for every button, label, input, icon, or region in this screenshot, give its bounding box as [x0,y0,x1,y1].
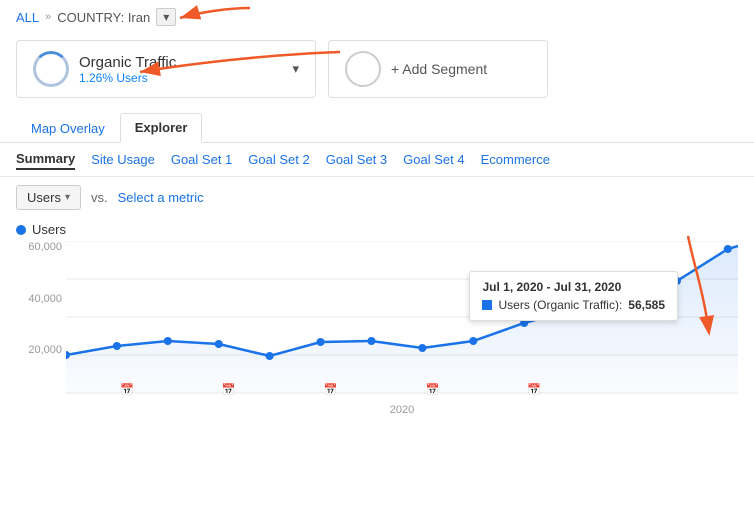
segment-info: Organic Traffic 1.26% Users [79,54,176,85]
view-tabs: Map Overlay Explorer [0,104,754,143]
country-dropdown[interactable]: ▾ [156,8,176,26]
country-label: COUNTRY: Iran [57,10,150,25]
add-segment-card[interactable]: + Add Segment [328,40,548,98]
x-anno-icon: 📅 [426,382,440,396]
metric-chevron-icon: ▾ [65,192,70,203]
segments-row: Organic Traffic 1.26% Users ▾ + Add Segm… [0,34,754,104]
breadcrumb-bar: ALL » COUNTRY: Iran ▾ [0,0,754,34]
chart-dot [418,344,426,352]
add-segment-circle [345,51,381,87]
subtab-ecommerce[interactable]: Ecommerce [481,150,550,169]
segment-loading-icon [33,51,69,87]
chart-dot [164,337,172,345]
x-anno-icon: 📅 [324,382,338,396]
primary-metric-label: Users [27,190,61,205]
tab-map-overlay[interactable]: Map Overlay [16,114,120,142]
sub-tabs: Summary Site Usage Goal Set 1 Goal Set 2… [0,143,754,177]
chart-dot [113,342,121,350]
chart-dot [316,338,324,346]
primary-metric-button[interactable]: Users ▾ [16,185,81,210]
chart-area: Users 60,000 40,000 20,000 [0,218,754,428]
y-label-20k: 20,000 [16,344,66,356]
tooltip-metric: Users (Organic Traffic): 56,585 [482,298,665,312]
tooltip-date: Jul 1, 2020 - Jul 31, 2020 [482,280,665,294]
subtab-goal-set-3[interactable]: Goal Set 3 [326,150,387,169]
subtab-summary[interactable]: Summary [16,149,75,170]
subtab-goal-set-2[interactable]: Goal Set 2 [248,150,309,169]
segment-sub: 1.26% Users [79,71,176,85]
legend-dot [16,225,26,235]
tab-explorer[interactable]: Explorer [120,113,203,143]
tooltip-color-square [482,300,492,310]
vs-label: vs. [91,190,108,205]
subtab-goal-set-1[interactable]: Goal Set 1 [171,150,232,169]
select-metric-link[interactable]: Select a metric [118,190,204,205]
segment-dropdown-icon[interactable]: ▾ [292,61,299,77]
breadcrumb-separator: » [45,11,51,23]
x-anno-icon: 📅 [120,382,134,396]
subtab-goal-set-4[interactable]: Goal Set 4 [403,150,464,169]
chart-dot [469,337,477,345]
tooltip-metric-value: 56,585 [628,298,665,312]
chart-dot [215,340,223,348]
x-axis-label: 2020 [66,404,738,416]
y-label-60k: 60,000 [16,241,66,253]
y-axis: 60,000 40,000 20,000 [16,241,66,416]
chart-container: 60,000 40,000 20,000 [16,241,738,416]
x-anno-icon: 📅 [527,382,541,396]
chart-dot [266,352,274,360]
chart-dot [724,245,732,253]
x-anno-icon: 📅 [222,382,236,396]
metric-row: Users ▾ vs. Select a metric [0,177,754,218]
add-segment-label: + Add Segment [391,61,487,77]
legend-label: Users [32,222,66,237]
subtab-site-usage[interactable]: Site Usage [91,150,155,169]
chart-legend: Users [16,222,738,237]
segment-name: Organic Traffic [79,54,176,71]
chart-tooltip: Jul 1, 2020 - Jul 31, 2020 Users (Organi… [469,271,678,321]
tooltip-metric-label: Users (Organic Traffic): [498,298,622,312]
organic-traffic-segment[interactable]: Organic Traffic 1.26% Users ▾ [16,40,316,98]
x-label-2020: 2020 [390,404,414,416]
y-label-40k: 40,000 [16,293,66,305]
all-link[interactable]: ALL [16,10,39,25]
chart-dot [367,337,375,345]
